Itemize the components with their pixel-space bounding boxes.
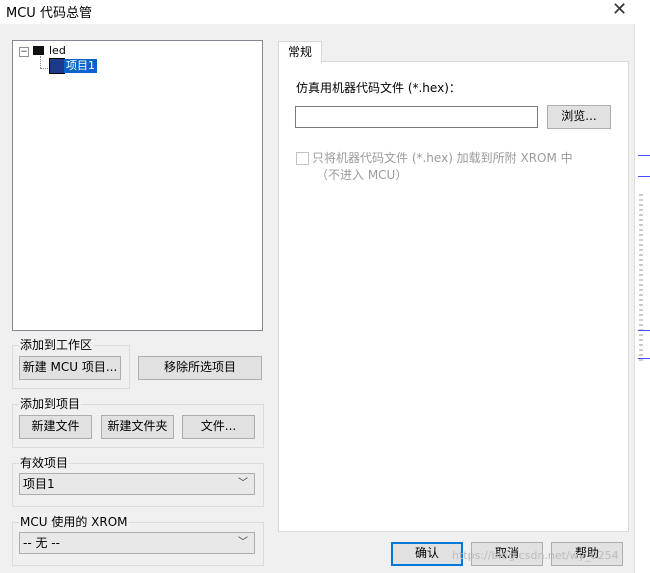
- xrom-only-checkbox[interactable]: [296, 152, 309, 165]
- hex-file-input[interactable]: [295, 106, 538, 128]
- window-title: MCU 代码总管: [6, 6, 92, 21]
- background-line: [638, 176, 650, 177]
- xrom-label: MCU 使用的 XROM: [19, 513, 129, 530]
- watermark: https://blog.csdn.net/wy_0254: [452, 549, 619, 562]
- background-line: [638, 358, 650, 359]
- chevron-down-icon: ﹀: [238, 537, 248, 548]
- project-group-label: 添加到项目: [19, 395, 82, 412]
- background-line: [638, 330, 650, 331]
- tree-connector: [40, 68, 48, 69]
- active-project-label: 有效项目: [19, 454, 70, 471]
- xrom-select[interactable]: -- 无 -- ﹀: [19, 532, 255, 554]
- background-dots: [639, 194, 643, 364]
- active-project-value: 项目1: [23, 477, 55, 491]
- tab-panel-general: [278, 61, 629, 532]
- active-project-select[interactable]: 项目1 ﹀: [19, 473, 255, 495]
- project-tree[interactable]: − led 项目1: [12, 40, 263, 331]
- tree-root-label[interactable]: led: [49, 44, 66, 57]
- new-folder-button[interactable]: 新建文件夹: [101, 415, 174, 439]
- close-icon[interactable]: ✕: [612, 0, 627, 20]
- browse-button[interactable]: 浏览...: [547, 105, 611, 129]
- xrom-only-checkbox-sublabel: （不进入 MCU）: [316, 168, 408, 182]
- hex-file-label: 仿真用机器代码文件 (*.hex)：: [296, 81, 461, 95]
- title-bar: MCU 代码总管 ✕: [0, 0, 650, 24]
- project-icon: [49, 58, 65, 74]
- workspace-group-label: 添加到工作区: [19, 336, 94, 353]
- new-mcu-project-button[interactable]: 新建 MCU 项目...: [19, 356, 121, 380]
- background-line: [638, 155, 650, 156]
- tree-item-project1[interactable]: 项目1: [64, 59, 97, 73]
- background-window-edge: [634, 24, 650, 573]
- xrom-only-checkbox-label: 只将机器代码文件 (*.hex) 加载到所附 XROM 中: [312, 151, 573, 165]
- minus-box-icon[interactable]: −: [19, 47, 29, 57]
- tree-connector: [40, 56, 41, 68]
- tab-general[interactable]: 常规: [278, 41, 322, 63]
- new-file-button[interactable]: 新建文件: [19, 415, 92, 439]
- remove-selected-button[interactable]: 移除所选项目: [138, 356, 262, 380]
- chip-icon: [33, 46, 44, 55]
- file-button[interactable]: 文件...: [182, 415, 255, 439]
- chevron-down-icon: ﹀: [238, 478, 248, 489]
- xrom-value: -- 无 --: [23, 536, 60, 550]
